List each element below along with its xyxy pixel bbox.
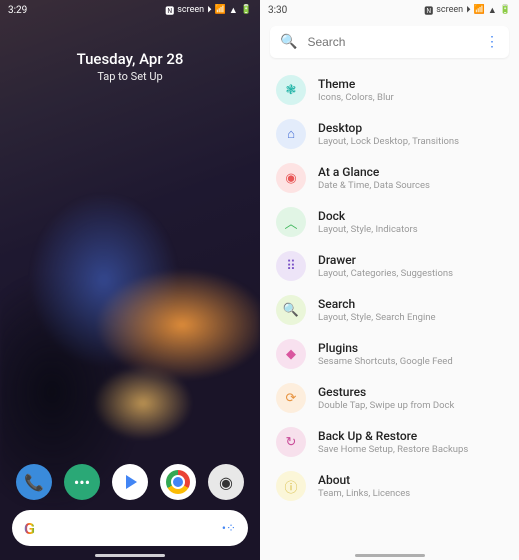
settings-title: Search (318, 297, 436, 311)
settings-list: ❃ThemeIcons, Colors, Blur⌂DesktopLayout,… (260, 68, 519, 508)
status-time: 3:29 (8, 5, 27, 16)
dock-camera-icon[interactable]: ◉ (208, 464, 244, 500)
google-logo-icon: G (24, 519, 35, 538)
settings-row-desktop[interactable]: ⌂ DesktopLayout, Lock Desktop, Transition… (260, 112, 519, 156)
settings-subtitle: Date & Time, Data Sources (318, 180, 430, 191)
dock-chrome-icon[interactable] (160, 464, 196, 500)
google-search-bar[interactable]: G •⁘ (12, 510, 248, 546)
settings-row-at-a-glance[interactable]: ◉ At a GlanceDate & Time, Data Sources (260, 156, 519, 200)
settings-row-back-up-restore[interactable]: ↻ Back Up & RestoreSave Home Setup, Resto… (260, 420, 519, 464)
settings-title: Plugins (318, 341, 453, 355)
settings-subtitle: Double Tap, Swipe up from Dock (318, 400, 454, 411)
home-date: Tuesday, Apr 28 (0, 50, 260, 68)
settings-title: About (318, 473, 410, 487)
settings-subtitle: Layout, Style, Search Engine (318, 312, 436, 323)
settings-icon: ⠿ (276, 251, 306, 281)
status-icons: 🅽 screen ⏵ 📶 ▲ 🔋 (424, 4, 511, 17)
assistant-icon[interactable]: •⁘ (222, 521, 236, 535)
status-time: 3:30 (268, 5, 287, 16)
settings-row-plugins[interactable]: ◆ PluginsSesame Shortcuts, Google Feed (260, 332, 519, 376)
statusbar-left: 3:29 🅽 screen ⏵ 📶 ▲ 🔋 (0, 0, 260, 20)
nav-handle[interactable] (355, 554, 425, 557)
settings-row-theme[interactable]: ❃ ThemeIcons, Colors, Blur (260, 68, 519, 112)
settings-row-gestures[interactable]: ⟳ GesturesDouble Tap, Swipe up from Dock (260, 376, 519, 420)
home-screen: 3:29 🅽 screen ⏵ 📶 ▲ 🔋 Tuesday, Apr 28 Ta… (0, 0, 260, 560)
settings-icon: ⌂ (276, 119, 306, 149)
dock-playstore-icon[interactable] (112, 464, 148, 500)
settings-title: Gestures (318, 385, 454, 399)
dock-messages-icon[interactable]: ••• (64, 464, 100, 500)
settings-row-about[interactable]: ⓘ AboutTeam, Links, Licences (260, 464, 519, 508)
launcher-settings-screen: 3:30 🅽 screen ⏵ 📶 ▲ 🔋 🔍 ⋮ ❃ ThemeIcons, C… (260, 0, 519, 560)
dock-phone-icon[interactable]: 📞 (16, 464, 52, 500)
settings-search-card[interactable]: 🔍 ⋮ (270, 26, 509, 58)
dock: 📞 ••• ◉ (0, 464, 260, 500)
home-subtitle: Tap to Set Up (0, 70, 260, 83)
settings-icon: ◉ (276, 163, 306, 193)
settings-title: Drawer (318, 253, 453, 267)
settings-subtitle: Icons, Colors, Blur (318, 92, 394, 103)
settings-subtitle: Team, Links, Licences (318, 488, 410, 499)
settings-icon: ↻ (276, 427, 306, 457)
more-menu-icon[interactable]: ⋮ (485, 34, 499, 50)
settings-row-dock[interactable]: ︿ DockLayout, Style, Indicators (260, 200, 519, 244)
settings-icon: 🔍 (276, 295, 306, 325)
settings-title: Back Up & Restore (318, 429, 468, 443)
settings-icon: ◆ (276, 339, 306, 369)
at-a-glance-widget[interactable]: Tuesday, Apr 28 Tap to Set Up (0, 20, 260, 83)
statusbar-right: 3:30 🅽 screen ⏵ 📶 ▲ 🔋 (260, 0, 519, 20)
settings-title: Dock (318, 209, 418, 223)
settings-icon: ⟳ (276, 383, 306, 413)
settings-title: Desktop (318, 121, 459, 135)
settings-icon: ︿ (276, 207, 306, 237)
settings-row-drawer[interactable]: ⠿ DrawerLayout, Categories, Suggestions (260, 244, 519, 288)
settings-subtitle: Layout, Lock Desktop, Transitions (318, 136, 459, 147)
search-icon: 🔍 (280, 34, 297, 50)
settings-subtitle: Save Home Setup, Restore Backups (318, 444, 468, 455)
settings-search-input[interactable] (307, 35, 485, 49)
settings-title: Theme (318, 77, 394, 91)
settings-subtitle: Layout, Style, Indicators (318, 224, 418, 235)
settings-row-search[interactable]: 🔍 SearchLayout, Style, Search Engine (260, 288, 519, 332)
status-icons: 🅽 screen ⏵ 📶 ▲ 🔋 (165, 4, 252, 17)
nav-handle[interactable] (95, 554, 165, 557)
settings-icon: ⓘ (276, 471, 306, 501)
settings-title: At a Glance (318, 165, 430, 179)
settings-icon: ❃ (276, 75, 306, 105)
settings-subtitle: Layout, Categories, Suggestions (318, 268, 453, 279)
settings-subtitle: Sesame Shortcuts, Google Feed (318, 356, 453, 367)
